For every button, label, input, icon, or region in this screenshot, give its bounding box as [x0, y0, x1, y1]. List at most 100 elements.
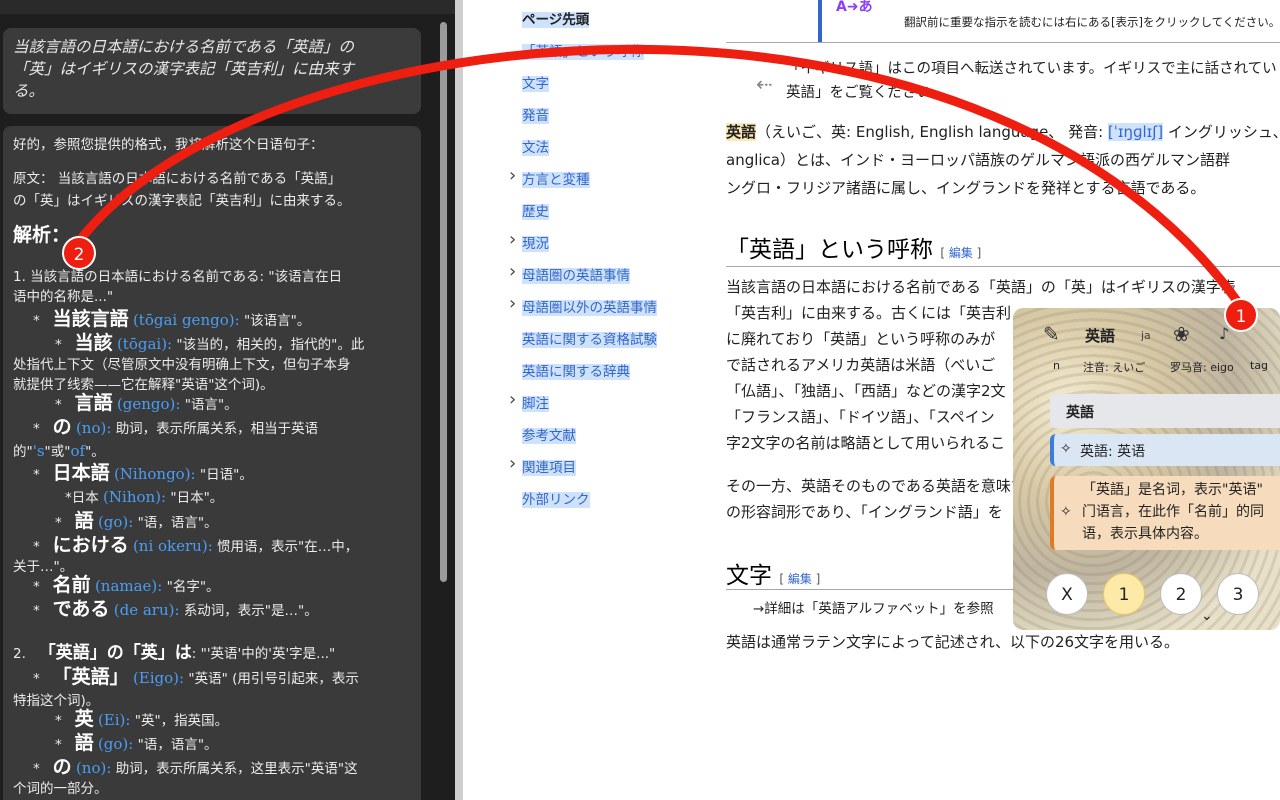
sparkle-icon: ✧: [1060, 441, 1072, 457]
option-3-button[interactable]: 3: [1217, 573, 1259, 615]
marker-2: 2: [62, 236, 96, 270]
entry-go: * 語 (go): "语，语言"。: [55, 510, 218, 532]
original-line: 原文： 当該言語の日本語における名前である「英語」: [13, 171, 342, 187]
user-message-line: 当該言語の日本語における名前である「英語」の: [13, 38, 354, 56]
entry-eigo: * 「英語」 (Eigo): "英语" (用引号引起来，表示: [33, 666, 359, 688]
name-paragraph-line: その一方、英語そのものである英語を意味す: [726, 477, 1026, 495]
user-message-bubble: 当該言語の日本語における名前である「英語」の 「英」はイギリスの漢字表記「英吉利…: [3, 28, 421, 114]
toc-item[interactable]: 現況: [522, 232, 549, 252]
section-heading-name: 「英語」という呼称 [ 編集 ]: [726, 237, 982, 263]
assistant-message-bubble: 好的，参照您提供的格式，我将解析这个日语句子： 原文： 当該言語の日本語における…: [3, 126, 421, 800]
chevron-right-icon[interactable]: ›: [509, 229, 516, 250]
name-paragraph-line: の形容詞形であり、「イングランド語」を: [726, 503, 1003, 521]
chat-scrollbar-thumb[interactable]: [440, 22, 447, 582]
entry-tougai-gloss: 处指代上下文（尽管原文中没有明确上下文，但句子本身: [13, 357, 351, 373]
name-paragraph-line: に廃れており「英語」という呼称のみが: [726, 330, 996, 348]
toc-item[interactable]: 母語圏以外の英語事情: [522, 296, 657, 316]
chat-panel: 当該言語の日本語における名前である「英語」の 「英」はイギリスの漢字表記「英吉利…: [0, 0, 455, 800]
name-paragraph-line: 「フランス語」、「ドイツ語」、「スペイン: [726, 408, 995, 426]
popup-reading: 注音: えいご: [1083, 361, 1146, 374]
chevron-right-icon[interactable]: ›: [509, 293, 516, 314]
entry-no: * の (no): 助词，表示所属关系，相当于英语: [33, 416, 319, 438]
entry-namae: * 名前 (namae): "名字"。: [33, 574, 220, 596]
letters-paragraph: 英語は通常ラテン文字によって記述され、以下の26文字を用いる。: [726, 633, 1180, 651]
entry-no2-gloss: 个词的一部分。: [13, 781, 108, 797]
divider-line: [726, 42, 1280, 43]
point-1-line: 1. 当該言語の日本語における名前である: "该语言在日: [13, 269, 343, 285]
chevron-right-icon[interactable]: ›: [509, 453, 516, 474]
toc-item[interactable]: 方言と変種: [522, 168, 590, 188]
section-heading-letters: 文字 [ 編集 ]: [726, 563, 821, 589]
divider-line: [726, 266, 1280, 267]
popup-translation-card[interactable]: ✧ 英語: 英语: [1050, 434, 1280, 466]
popup-header-card: 英語: [1050, 394, 1280, 428]
name-paragraph-line: 「英吉利」に由来する。古くには「英吉利: [726, 304, 1012, 322]
toc-item[interactable]: 英語に関する辞典: [522, 360, 630, 380]
edit-link[interactable]: 編集: [788, 572, 812, 586]
point-2-line: 2. 「英語」の「英」は: "'英语'中的'英'字是...": [13, 643, 336, 663]
entry-go2: * 語 (go): "语，语言"。: [55, 732, 218, 754]
entry-dearu: * である (de aru): 系动词，表示"是…"。: [33, 598, 318, 620]
entry-no-gloss: 的"'s"或"of"。: [13, 442, 105, 460]
entry-no2: * の (no): 助词，表示所属关系，这里表示"英语"这: [33, 756, 358, 778]
popup-tag: tag: [1250, 359, 1269, 372]
chevron-down-icon[interactable]: ⌄: [1201, 608, 1213, 624]
toc-top-link[interactable]: ページ先頭: [522, 8, 590, 28]
audio-icon[interactable]: ♪: [1219, 324, 1229, 343]
close-button[interactable]: X: [1046, 573, 1088, 615]
translation-text: 英語: 英语: [1080, 444, 1146, 460]
redirect-icon: ⇠: [756, 72, 773, 96]
detail-hatnote: →詳細は「英語アルファベット」を参照: [753, 601, 994, 617]
option-2-button[interactable]: 2: [1160, 573, 1202, 615]
toc-item[interactable]: 歴史: [522, 200, 549, 220]
notice-text: 翻訳前に重要な指示を読むには右にある[表示]をクリックしてください。: [904, 15, 1280, 29]
name-paragraph-line: で話されるアメリカ英語は米語（べいご: [726, 356, 996, 374]
popup-word: 英語: [1085, 327, 1116, 345]
toc-item[interactable]: 関連項目: [522, 456, 576, 476]
toc-item[interactable]: 発音: [522, 104, 549, 124]
analysis-heading: 解析：: [13, 224, 71, 246]
popup-romaji: 罗马音: eigo: [1170, 361, 1234, 374]
entry-tougai-gengo: * 当該言語 (tōgai gengo): "该语言"。: [33, 308, 311, 330]
redirect-line: 英語」をご覧ください。: [786, 85, 946, 101]
toc-item[interactable]: 脚注: [522, 392, 549, 412]
toc-item[interactable]: 文法: [522, 136, 549, 156]
toc-item[interactable]: 英語に関する資格試験: [522, 328, 657, 348]
chevron-right-icon[interactable]: ›: [509, 261, 516, 282]
explanation-text: 「英語」是名词，表示"英语" 门语言，在此作「名前」的同 语，表示具体内容。: [1082, 482, 1264, 542]
popup-pos: n: [1053, 359, 1060, 372]
lead-line: ングロ・フリジア諸語に属し、イングランドを発祥とする言語である。: [726, 179, 1206, 197]
lotus-icon[interactable]: ❀: [1173, 322, 1190, 346]
name-paragraph-line: 字2文字の名前は略語として用いられるこ: [726, 434, 1006, 452]
chevron-right-icon[interactable]: ›: [509, 389, 516, 410]
entry-niokeru: * における (ni okeru): 惯用语，表示"在…中，: [33, 534, 359, 556]
lead-line: anglica）とは、インド・ヨーロッパ語族のゲルマン語派の西ゲルマン語群: [726, 151, 1230, 169]
chevron-right-icon[interactable]: ›: [509, 165, 516, 186]
entry-tougai: * 当該 (tōgai): "该当的，相关的，指代的"。此: [55, 332, 365, 354]
toc-item[interactable]: 参考文献: [522, 424, 576, 444]
toc-item[interactable]: 「英語」という呼称: [522, 40, 644, 60]
pane-divider[interactable]: [455, 0, 463, 800]
option-1-button[interactable]: 1: [1103, 573, 1145, 615]
entry-ei: * 英 (Ei): "英"，指英国。: [55, 708, 229, 730]
notice-box: A➜あ 翻訳前に重要な指示を読むには右にある[表示]をクリックしてください。: [818, 0, 1280, 42]
marker-1: 1: [1224, 298, 1258, 332]
quill-icon: ✎: [1043, 322, 1060, 346]
point-1-line: 语中的名称是...": [13, 289, 114, 305]
lead-line: 英語（えいご、英: English, English language、 発音:…: [726, 123, 1280, 141]
translate-icon: A➜あ: [836, 0, 873, 15]
redirect-line: 「イギリス語」はこの項目へ転送されています。イギリスで主に話されてい: [786, 61, 1277, 77]
toc-item[interactable]: 母語圏の英語事情: [522, 264, 630, 284]
toc-item[interactable]: 文字: [522, 72, 549, 92]
edit-link[interactable]: 編集: [949, 246, 973, 260]
popup-lang: ja: [1141, 329, 1151, 342]
user-message-line: 「英」はイギリスの漢字表記「英吉利」に由来す: [13, 60, 355, 78]
popup-explanation-card[interactable]: ✧ 「英語」是名词，表示"英语" 门语言，在此作「名前」的同 语，表示具体内容。: [1050, 476, 1280, 550]
entry-gengo: * 言語 (gengo): "语言"。: [55, 392, 238, 414]
entry-nihon: *日本 (Nihon): "日本"。: [65, 488, 224, 506]
sparkle-icon: ✧: [1060, 504, 1072, 520]
name-paragraph-line: 当該言語の日本語における名前である「英語」の「英」はイギリスの漢字表: [726, 278, 1236, 296]
entry-nihongo: * 日本語 (Nihongo): "日语"。: [33, 462, 253, 484]
chat-top-bar: [0, 0, 455, 14]
toc-item[interactable]: 外部リンク: [522, 488, 590, 508]
